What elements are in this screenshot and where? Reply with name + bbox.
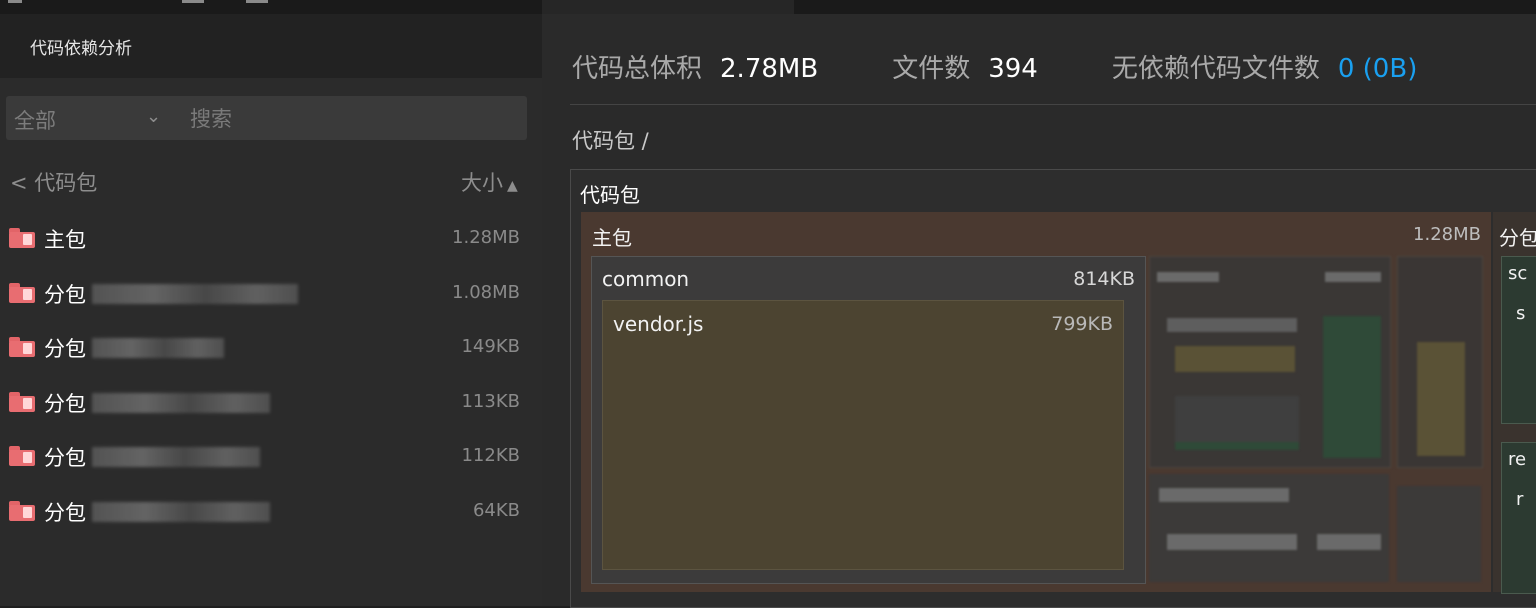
redacted-text <box>92 338 224 359</box>
divider <box>570 104 1536 105</box>
left-panel: 代码依赖分析 全部 ⌄ < 代码包 大小▲︎ 主包 1.28MB 分包 1.08… <box>0 14 542 606</box>
toolbar-icon[interactable] <box>8 0 22 3</box>
editor-tab[interactable] <box>542 0 794 14</box>
redacted-text <box>1325 272 1381 282</box>
nodep-count-link[interactable]: 0 (0B) <box>1338 54 1417 84</box>
treemap-node-vendor[interactable]: vendor.js 799KB <box>602 300 1124 570</box>
sort-label: 大小 <box>461 171 503 195</box>
window-top-strip <box>0 0 1536 14</box>
package-name: 分包 <box>44 391 86 416</box>
treemap-node-main-package[interactable]: 主包 1.28MB common 814KB vendor.js 799KB <box>581 212 1491 592</box>
folder-icon <box>9 282 35 303</box>
sort-icon: ▲︎ <box>507 178 518 194</box>
total-size-value: 2.78MB <box>720 54 819 84</box>
package-size: 64KB <box>472 499 520 521</box>
treemap: 代码包 主包 1.28MB common 814KB vendor.js 799… <box>570 169 1536 608</box>
redacted-text <box>1317 534 1381 550</box>
nodep-count-label: 无依赖代码文件数 <box>1111 54 1320 84</box>
treemap-node-re[interactable]: re r <box>1501 442 1536 594</box>
redacted-text <box>92 283 298 304</box>
list-item[interactable]: 分包 1.08MB <box>0 272 542 327</box>
redacted-text <box>1167 534 1297 550</box>
treemap-node-redacted[interactable] <box>1397 486 1481 582</box>
package-size: 1.08MB <box>452 281 520 303</box>
package-size: 1.28MB <box>452 227 520 248</box>
folder-icon <box>9 391 35 412</box>
right-panel: 代码总体积 2.78MB 文件数 394 无依赖代码文件数 0 (0B) 代码包 / 代码… <box>542 14 1536 608</box>
package-name: 分包 <box>44 282 86 307</box>
list-item[interactable]: 分包 112KB <box>0 435 542 490</box>
redacted-text <box>1157 272 1219 282</box>
redacted-text <box>92 392 270 413</box>
list-item[interactable]: 主包 1.28MB <box>0 217 542 272</box>
toolbar-icon[interactable] <box>182 0 204 3</box>
node-label: vendor.js <box>613 312 704 336</box>
package-size: 113KB <box>461 390 520 412</box>
folder-icon <box>9 446 35 467</box>
node-size: 799KB <box>1051 313 1113 335</box>
package-list: 主包 1.28MB 分包 1.08MB 分包 149KB 分包 113KB 分包… <box>0 217 542 545</box>
treemap-node-redacted[interactable] <box>1175 396 1299 450</box>
list-item[interactable]: 分包 64KB <box>0 490 542 545</box>
node-size: 1.28MB <box>1413 224 1481 245</box>
filter-bar: 全部 ⌄ <box>6 96 527 140</box>
redacted-text <box>1167 318 1297 332</box>
treemap-node-sc[interactable]: sc s <box>1501 256 1536 424</box>
node-label: common <box>602 267 690 291</box>
scope-select[interactable]: 全部 <box>14 105 56 135</box>
package-size: 149KB <box>461 336 520 358</box>
node-label: sc <box>1508 263 1528 284</box>
package-name: 分包 <box>44 446 86 471</box>
summary-stats: 代码总体积 2.78MB 文件数 394 无依赖代码文件数 0 (0B) <box>572 48 1417 85</box>
panel-title: 代码依赖分析 <box>30 39 132 59</box>
package-size: 112KB <box>461 445 520 467</box>
treemap-node-redacted[interactable] <box>1175 346 1295 372</box>
node-label: s <box>1516 303 1526 324</box>
package-name: 分包 <box>44 500 86 525</box>
treemap-node-redacted[interactable] <box>1323 316 1381 458</box>
total-size-label: 代码总体积 <box>572 54 703 84</box>
node-label: re <box>1508 449 1527 470</box>
chevron-down-icon[interactable]: ⌄ <box>146 106 161 127</box>
breadcrumb-back[interactable]: < 代码包 <box>10 167 97 197</box>
redacted-text <box>92 447 260 468</box>
node-label: 分包 <box>1499 226 1536 250</box>
folder-icon <box>9 500 35 521</box>
package-name: 主包 <box>44 228 86 252</box>
file-count-label: 文件数 <box>892 54 971 84</box>
treemap-node-redacted[interactable] <box>1417 342 1465 456</box>
redacted-text <box>92 501 270 522</box>
sort-button[interactable]: 大小 ▲︎ <box>461 167 518 197</box>
node-size: 814KB <box>1073 268 1135 290</box>
treemap-path[interactable]: 代码包 / <box>572 125 649 155</box>
toolbar-icon[interactable] <box>246 0 268 3</box>
node-label: r <box>1516 489 1524 510</box>
folder-icon <box>9 228 35 248</box>
file-count-value: 394 <box>988 54 1038 84</box>
treemap-node-subpackage[interactable]: 分包 sc s re r <box>1493 212 1536 594</box>
search-input[interactable] <box>188 105 512 133</box>
treemap-root-label: 代码包 <box>580 183 640 207</box>
list-item[interactable]: 分包 113KB <box>0 381 542 436</box>
node-label: 主包 <box>592 226 632 250</box>
treemap-node-common[interactable]: common 814KB vendor.js 799KB <box>591 256 1146 584</box>
package-name: 分包 <box>44 337 86 362</box>
redacted-text <box>1159 488 1289 502</box>
folder-icon <box>9 337 35 358</box>
panel-header: 代码依赖分析 <box>0 14 542 78</box>
list-item[interactable]: 分包 149KB <box>0 326 542 381</box>
